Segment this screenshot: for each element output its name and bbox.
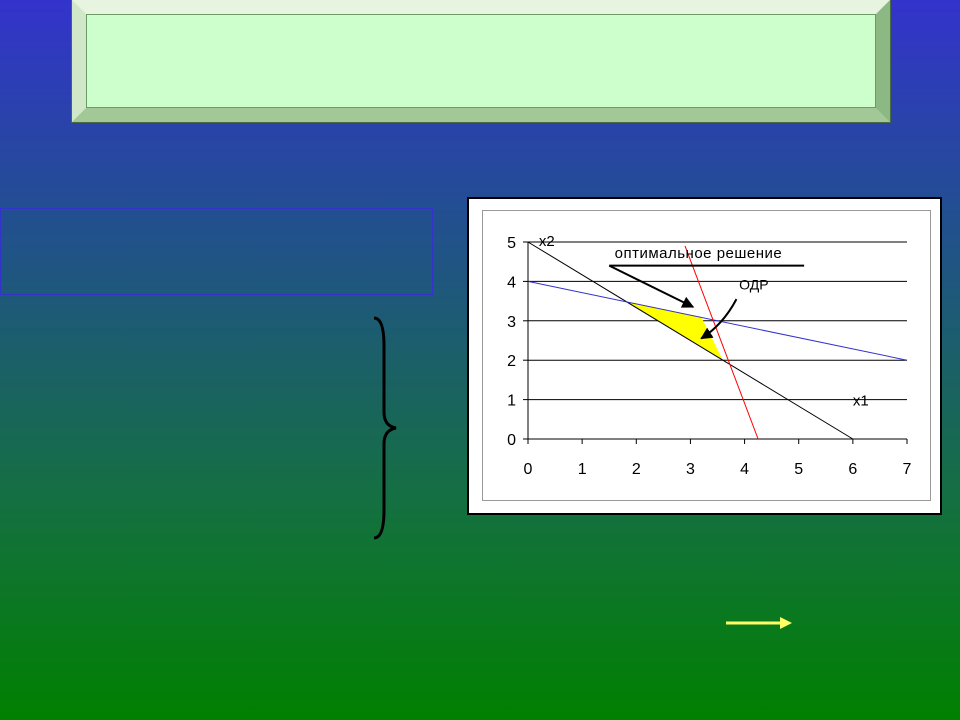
label-x2: x2 — [539, 233, 555, 250]
tick-label-x-7: 7 — [903, 461, 912, 478]
tick-label-x-4: 4 — [740, 461, 749, 478]
tick-label-y-3: 3 — [507, 314, 516, 331]
tick-label-x-1: 1 — [578, 461, 587, 478]
tick-label-x-2: 2 — [632, 461, 641, 478]
chart-frame: 0 1 2 3 4 5 0 1 2 3 4 5 6 7 x2 x1 оптимальное решение ОД… — [467, 197, 942, 515]
title-box — [86, 14, 876, 108]
constraint-line-1 — [527, 241, 854, 440]
label-optimal-solution: оптимальное решение — [615, 245, 783, 262]
right-curly-brace — [373, 316, 397, 540]
tick-label-y-4: 4 — [507, 274, 516, 291]
tick-label-x-0: 0 — [524, 461, 533, 478]
text-box — [0, 208, 433, 295]
tick-label-x-5: 5 — [794, 461, 803, 478]
chart-svg: 0 1 2 3 4 5 0 1 2 3 4 5 6 7 x2 x1 оптимальное решение ОД… — [507, 233, 912, 478]
tick-label-x-6: 6 — [848, 461, 857, 478]
label-x1: x1 — [853, 393, 869, 410]
tick-label-y-2: 2 — [507, 353, 516, 370]
label-feasible-region: ОДР — [739, 276, 768, 292]
tick-label-y-1: 1 — [507, 393, 516, 410]
vector-arrow-icon — [726, 617, 792, 629]
tick-label-y-0: 0 — [507, 432, 516, 449]
tick-label-y-5: 5 — [507, 235, 516, 252]
tick-label-x-3: 3 — [686, 461, 695, 478]
title-frame — [71, 0, 891, 123]
